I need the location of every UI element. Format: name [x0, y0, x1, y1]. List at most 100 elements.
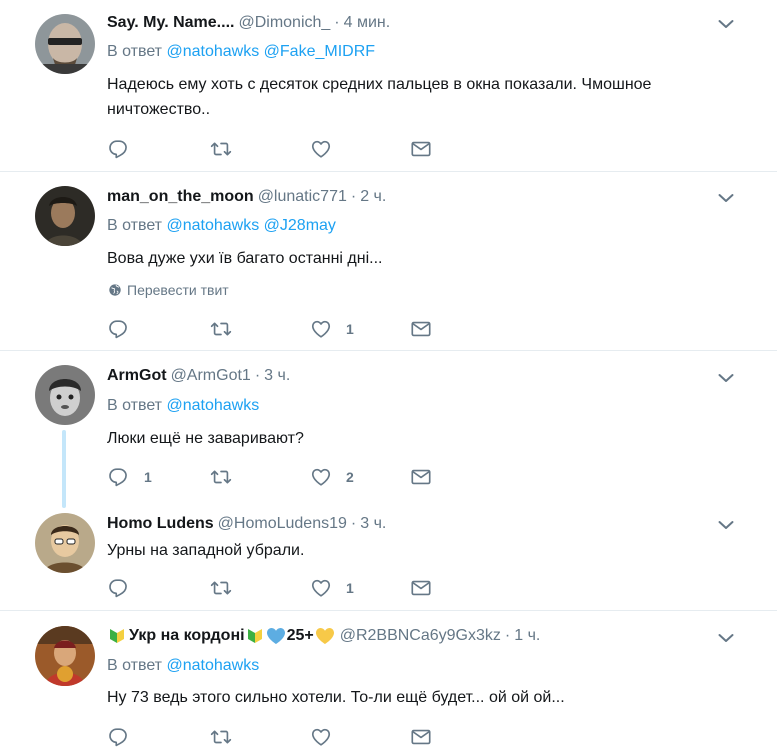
dot-separator: · [504, 627, 511, 644]
envelope-icon [410, 318, 432, 340]
reply-prefix: В ответ [107, 397, 163, 414]
like-button[interactable] [310, 725, 332, 749]
like-count: 1 [346, 321, 354, 337]
dot-separator: · [350, 515, 357, 532]
chevron-down-icon[interactable] [716, 368, 736, 388]
tweet-header: Укр на кордоні 25+ @R2BBNCa6y9Gx3kz · 1 … [107, 625, 540, 647]
reply-context: В ответ @natohawks @J28may [107, 217, 336, 235]
retweet-button[interactable] [210, 317, 232, 341]
timestamp[interactable]: 3 ч. [360, 515, 386, 533]
tweet-1[interactable]: Say. My. Name.... @Dimonich_ · 4 мин. В … [0, 0, 777, 171]
mention-link[interactable]: @natohawks [166, 43, 259, 60]
mention-link[interactable]: @J28may [264, 217, 336, 234]
reply-button[interactable] [108, 576, 130, 600]
timestamp[interactable]: 3 ч. [264, 367, 290, 385]
globe-icon [108, 283, 122, 297]
timestamp[interactable]: 4 мин. [344, 14, 391, 32]
avatar[interactable] [35, 513, 95, 573]
display-name[interactable]: ArmGot [107, 367, 167, 385]
reply-context: В ответ @natohawks [107, 657, 259, 675]
dm-button[interactable] [410, 576, 432, 600]
reply-button[interactable]: 1 [108, 465, 152, 489]
beginner-badge-icon [247, 629, 262, 643]
blue-heart-icon [266, 628, 285, 644]
display-name[interactable]: Homo Ludens [107, 515, 214, 533]
dm-button[interactable] [410, 725, 432, 749]
dot-separator: · [254, 367, 261, 384]
retweet-icon [210, 466, 232, 488]
dm-button[interactable] [410, 137, 432, 161]
yellow-heart-icon [315, 628, 334, 644]
tweet-text: Люки ещё не заваривают? [107, 430, 304, 447]
mention-link[interactable]: @natohawks [166, 397, 259, 414]
tweet-text: Надеюсь ему хоть с десяток средних пальц… [107, 76, 652, 118]
translate-tweet-link[interactable]: Перевести твит [108, 282, 229, 298]
reply-icon [108, 577, 130, 599]
chevron-down-icon[interactable] [716, 515, 736, 535]
user-handle[interactable]: @Dimonich_ [238, 14, 330, 32]
tweet-header: ArmGot @ArmGot1 · 3 ч. [107, 365, 290, 387]
dm-button[interactable] [410, 317, 432, 341]
display-name[interactable]: Say. My. Name.... [107, 14, 234, 32]
envelope-icon [410, 138, 432, 160]
like-button[interactable] [310, 137, 332, 161]
tweet-text: Вова дуже ухи їв багато останні дні... [107, 250, 383, 267]
tweet-text: Ну 73 ведь этого сильно хотели. То-ли ещ… [107, 689, 565, 706]
avatar[interactable] [35, 626, 95, 686]
envelope-icon [410, 726, 432, 748]
dot-separator: · [350, 188, 357, 205]
mention-link[interactable]: @natohawks [166, 657, 259, 674]
chevron-down-icon[interactable] [716, 14, 736, 34]
tweet-3[interactable]: ArmGot @ArmGot1 · 3 ч. В ответ @natohawk… [0, 351, 777, 501]
reply-icon [108, 726, 130, 748]
display-name-suffix[interactable]: 25+ [287, 627, 314, 645]
avatar[interactable] [35, 186, 95, 246]
reply-button[interactable] [108, 317, 130, 341]
reply-count: 1 [144, 469, 152, 485]
retweet-button[interactable] [210, 725, 232, 749]
user-handle[interactable]: @lunatic771 [258, 188, 347, 206]
heart-icon [310, 577, 332, 599]
display-name[interactable]: man_on_the_moon [107, 188, 254, 206]
tweet-header: Homo Ludens @HomoLudens19 · 3 ч. [107, 513, 386, 535]
tweet-header: man_on_the_moon @lunatic771 · 2 ч. [107, 186, 386, 208]
timestamp[interactable]: 1 ч. [514, 627, 540, 645]
avatar[interactable] [35, 14, 95, 74]
reply-icon [108, 318, 130, 340]
retweet-button[interactable] [210, 465, 232, 489]
tweet-4[interactable]: Homo Ludens @HomoLudens19 · 3 ч. Урны на… [0, 501, 777, 610]
dot-separator: · [334, 14, 340, 31]
mention-link[interactable]: @Fake_MIDRF [264, 43, 375, 60]
like-count: 1 [346, 580, 354, 596]
like-button[interactable]: 2 [310, 465, 354, 489]
retweet-button[interactable] [210, 576, 232, 600]
mention-link[interactable]: @natohawks [166, 217, 259, 234]
reply-button[interactable] [108, 725, 130, 749]
heart-icon [310, 726, 332, 748]
retweet-icon [210, 726, 232, 748]
retweet-button[interactable] [210, 137, 232, 161]
timestamp[interactable]: 2 ч. [360, 188, 386, 206]
like-button[interactable]: 1 [310, 576, 354, 600]
reply-prefix: В ответ [107, 43, 163, 60]
translate-label: Перевести твит [127, 282, 229, 298]
dm-button[interactable] [410, 465, 432, 489]
tweet-5[interactable]: Укр на кордоні 25+ @R2BBNCa6y9Gx3kz · 1 … [0, 611, 777, 749]
reply-button[interactable] [108, 137, 130, 161]
retweet-icon [210, 318, 232, 340]
like-button[interactable]: 1 [310, 317, 354, 341]
display-name[interactable]: Укр на кордоні [129, 627, 245, 645]
user-handle[interactable]: @HomoLudens19 [218, 515, 347, 533]
chevron-down-icon[interactable] [716, 628, 736, 648]
reply-context: В ответ @natohawks @Fake_MIDRF [107, 43, 375, 61]
envelope-icon [410, 577, 432, 599]
chevron-down-icon[interactable] [716, 188, 736, 208]
heart-icon [310, 138, 332, 160]
avatar[interactable] [35, 365, 95, 425]
heart-icon [310, 318, 332, 340]
tweet-header: Say. My. Name.... @Dimonich_ · 4 мин. [107, 12, 390, 34]
tweet-2[interactable]: man_on_the_moon @lunatic771 · 2 ч. В отв… [0, 172, 777, 350]
user-handle[interactable]: @R2BBNCa6y9Gx3kz [340, 627, 501, 645]
beginner-badge-icon [110, 629, 124, 643]
user-handle[interactable]: @ArmGot1 [171, 367, 251, 385]
